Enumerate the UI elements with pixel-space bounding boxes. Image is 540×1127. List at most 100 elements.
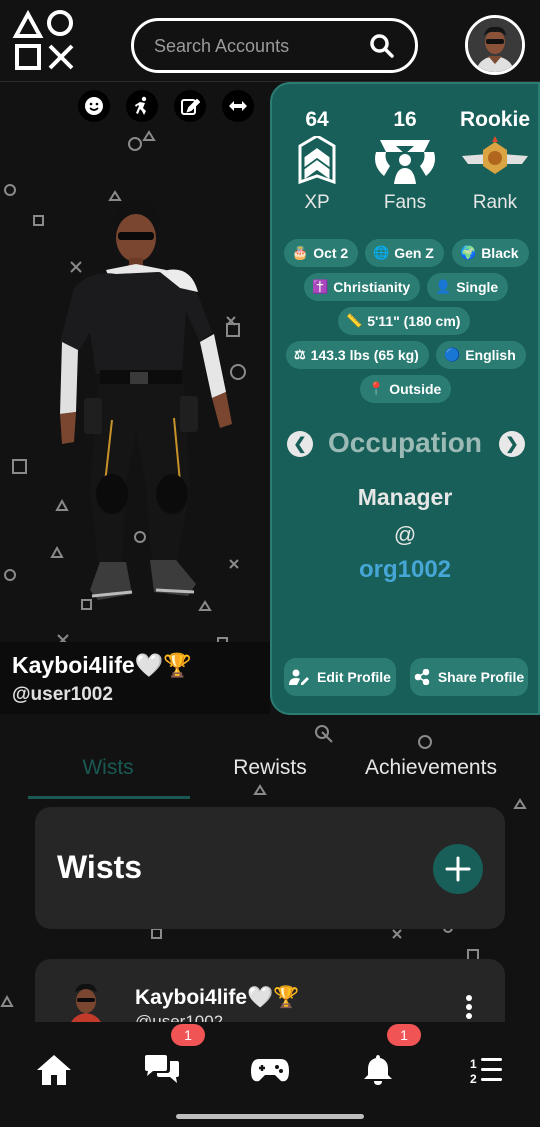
location-chip[interactable]: 📍 Outside: [360, 375, 452, 403]
emote-button[interactable]: [78, 90, 110, 122]
occupation-prev-button[interactable]: ❮: [287, 431, 313, 457]
fans-stat: 16 Fans: [360, 108, 450, 214]
profile-avatar[interactable]: [465, 15, 525, 75]
share-profile-label: Share Profile: [437, 669, 525, 685]
generation-chip[interactable]: 🌐 Gen Z: [365, 239, 444, 267]
relationship-chip[interactable]: 👤 Single: [427, 273, 509, 301]
nav-chat[interactable]: [138, 1048, 186, 1092]
edit-avatar-button[interactable]: [174, 90, 206, 122]
edit-user-icon: [289, 669, 310, 685]
tab-wists[interactable]: Wists: [28, 756, 188, 780]
language-icon: 🔵: [444, 347, 461, 362]
wists-composer-card: Wists: [35, 807, 505, 929]
share-icon: [414, 669, 430, 685]
bell-icon: [364, 1055, 392, 1085]
swap-button[interactable]: [222, 90, 254, 122]
ethnicity-chip[interactable]: 🌍 Black: [452, 239, 529, 267]
playstation-shapes-icon[interactable]: [12, 8, 78, 74]
character-name-box: Kayboi4life🤍🏆 @user1002: [0, 642, 270, 714]
person-icon: 👤: [435, 279, 452, 294]
chip-label: Gen Z: [394, 245, 434, 261]
fans-value: 16: [393, 108, 417, 131]
tab-achievements[interactable]: Achievements: [351, 756, 511, 780]
avatar-character[interactable]: [40, 192, 250, 622]
occupation-at: @: [393, 522, 417, 547]
svg-text:1: 1: [470, 1057, 477, 1071]
notifications-badge: 1: [387, 1024, 421, 1046]
post-display-name[interactable]: Kayboi4life🤍🏆: [135, 986, 299, 1010]
search-input[interactable]: [154, 34, 364, 58]
occupation-org-link[interactable]: org1002: [272, 556, 538, 584]
occupation-next-button[interactable]: ❯: [499, 431, 525, 457]
chat-badge: 1: [171, 1024, 205, 1046]
chat-icon: [145, 1055, 179, 1083]
cake-icon: 🎂: [292, 245, 309, 260]
fans-trophy-icon: [375, 140, 435, 184]
nav-games[interactable]: [246, 1048, 294, 1092]
post-card[interactable]: Kayboi4life🤍🏆 @user1002: [35, 959, 505, 1029]
ranked-list-icon: 12: [470, 1057, 502, 1084]
chip-label: Single: [456, 279, 499, 295]
edit-profile-label: Edit Profile: [317, 669, 391, 685]
language-chip[interactable]: 🔵 English: [436, 341, 526, 369]
nav-home[interactable]: [30, 1048, 78, 1092]
chip-label: 5'11" (180 cm): [367, 313, 461, 329]
profile-tabs: Wists Rewists Achievements: [28, 752, 518, 800]
swap-icon: [229, 101, 247, 111]
character-toolbar: [78, 90, 258, 122]
tab-rewists[interactable]: Rewists: [190, 756, 350, 780]
display-name: Kayboi4life🤍🏆: [12, 652, 192, 678]
earth-icon: 🌍: [460, 245, 477, 260]
rank-label: Rank: [472, 192, 518, 213]
occupation-job: Manager: [357, 484, 453, 510]
home-icon: [37, 1055, 71, 1085]
edit-icon: [181, 98, 200, 115]
edit-profile-button[interactable]: Edit Profile: [284, 658, 396, 696]
xp-label: XP: [304, 192, 330, 213]
run-icon: [135, 96, 147, 115]
active-tab-indicator: [28, 796, 190, 799]
chip-label: Christianity: [333, 279, 411, 295]
rank-value: Rookie: [459, 108, 530, 131]
ruler-icon: 📏: [346, 313, 363, 328]
app-header: [0, 0, 540, 82]
plus-icon: [445, 856, 471, 882]
globe-icon: 🌐: [373, 245, 390, 260]
rank-wings-icon: [462, 136, 528, 174]
xp-value: 64: [305, 108, 329, 131]
character-panel: Kayboi4life🤍🏆 @user1002: [0, 82, 270, 714]
scale-icon: ⚖: [294, 347, 306, 362]
chip-label: Outside: [389, 381, 442, 397]
weight-chip[interactable]: ⚖ 143.3 lbs (65 kg): [286, 341, 429, 369]
nav-notifications[interactable]: [354, 1048, 402, 1092]
more-options-icon[interactable]: [465, 995, 473, 1019]
wists-title: Wists: [57, 849, 143, 885]
birthday-chip[interactable]: 🎂 Oct 2: [284, 239, 359, 267]
chip-label: Oct 2: [313, 245, 349, 261]
religion-chip[interactable]: ✝️ Christianity: [304, 273, 421, 301]
chevron-rank-icon: [298, 136, 336, 185]
username: @user1002: [12, 684, 113, 705]
fans-label: Fans: [383, 192, 427, 213]
search-icon[interactable]: [369, 33, 395, 59]
animate-button[interactable]: [126, 90, 158, 122]
emote-icon: [85, 97, 103, 115]
svg-text:2: 2: [470, 1072, 477, 1084]
gamepad-icon: [251, 1059, 289, 1082]
xp-stat: 64 XP: [272, 108, 362, 214]
height-chip[interactable]: 📏 5'11" (180 cm): [338, 307, 471, 335]
rank-stat: Rookie Rank: [450, 108, 540, 214]
cross-icon: ✝️: [312, 279, 329, 294]
chip-label: 143.3 lbs (65 kg): [310, 347, 419, 363]
home-indicator: [176, 1114, 364, 1119]
chip-label: Black: [481, 245, 519, 261]
search-bar[interactable]: [131, 18, 418, 73]
chip-label: English: [465, 347, 516, 363]
bottom-navigation: 1 1 12: [0, 1022, 540, 1127]
nav-leaderboard[interactable]: 12: [462, 1048, 510, 1092]
add-wist-button[interactable]: [433, 844, 483, 894]
pin-icon: 📍: [368, 381, 385, 396]
share-profile-button[interactable]: Share Profile: [410, 658, 528, 696]
profile-card: 64 XP 16 Fans Rookie Rank 🎂 Oct 2 🌐 Gen …: [270, 82, 540, 715]
occupation-header: Occupation ❮ ❯: [272, 427, 538, 465]
